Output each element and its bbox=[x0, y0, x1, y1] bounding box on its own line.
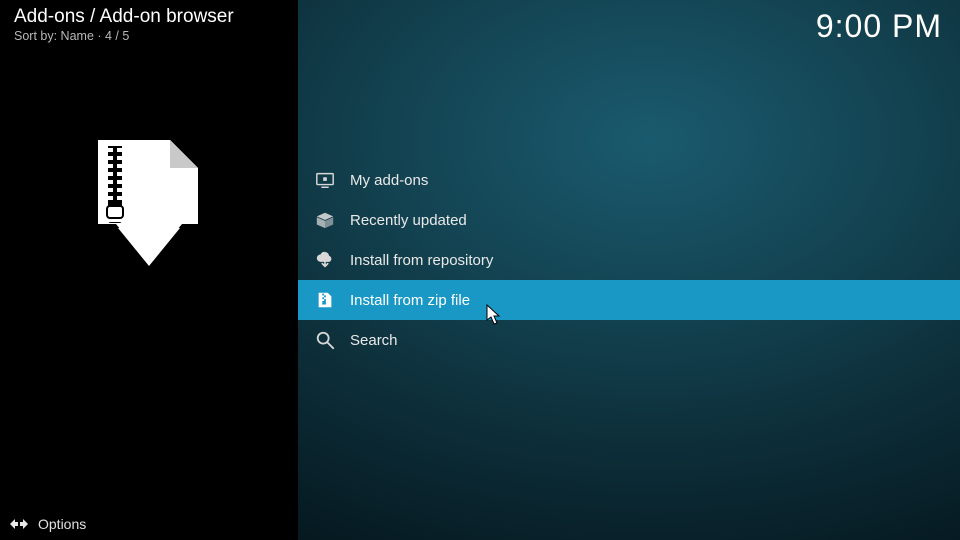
screen-icon bbox=[314, 169, 336, 191]
expand-horizontal-icon bbox=[10, 515, 28, 533]
menu-item-recently-updated[interactable]: Recently updated bbox=[298, 200, 960, 240]
sort-sep: · bbox=[94, 29, 105, 43]
clock: 9:00 PM bbox=[816, 8, 942, 45]
menu-item-label: Search bbox=[350, 332, 398, 349]
addon-browser-menu: My add-ons Recently updated Install from… bbox=[298, 160, 960, 360]
breadcrumb: Add-ons / Add-on browser bbox=[14, 6, 234, 28]
menu-item-label: My add-ons bbox=[350, 172, 428, 189]
menu-item-install-from-zip-file[interactable]: Install from zip file bbox=[298, 280, 960, 320]
list-position: 4 / 5 bbox=[105, 29, 129, 43]
menu-item-install-from-repository[interactable]: Install from repository bbox=[298, 240, 960, 280]
header: Add-ons / Add-on browser Sort by: Name ·… bbox=[14, 6, 234, 43]
sort-line: Sort by: Name · 4 / 5 bbox=[14, 29, 234, 43]
sort-field: Name bbox=[61, 29, 94, 43]
cloud-down-icon bbox=[314, 249, 336, 271]
menu-item-search[interactable]: Search bbox=[298, 320, 960, 360]
search-icon bbox=[314, 329, 336, 351]
menu-item-label: Install from repository bbox=[350, 252, 493, 269]
sidebar: Add-ons / Add-on browser Sort by: Name ·… bbox=[0, 0, 298, 540]
menu-item-label: Recently updated bbox=[350, 212, 467, 229]
zip-file-icon bbox=[314, 289, 336, 311]
options-label: Options bbox=[38, 516, 86, 532]
open-box-icon bbox=[314, 209, 336, 231]
sort-prefix: Sort by: bbox=[14, 29, 61, 43]
install-from-zip-large-icon bbox=[78, 134, 218, 274]
options-button[interactable]: Options bbox=[0, 508, 298, 540]
menu-item-my-addons[interactable]: My add-ons bbox=[298, 160, 960, 200]
menu-item-label: Install from zip file bbox=[350, 292, 470, 309]
